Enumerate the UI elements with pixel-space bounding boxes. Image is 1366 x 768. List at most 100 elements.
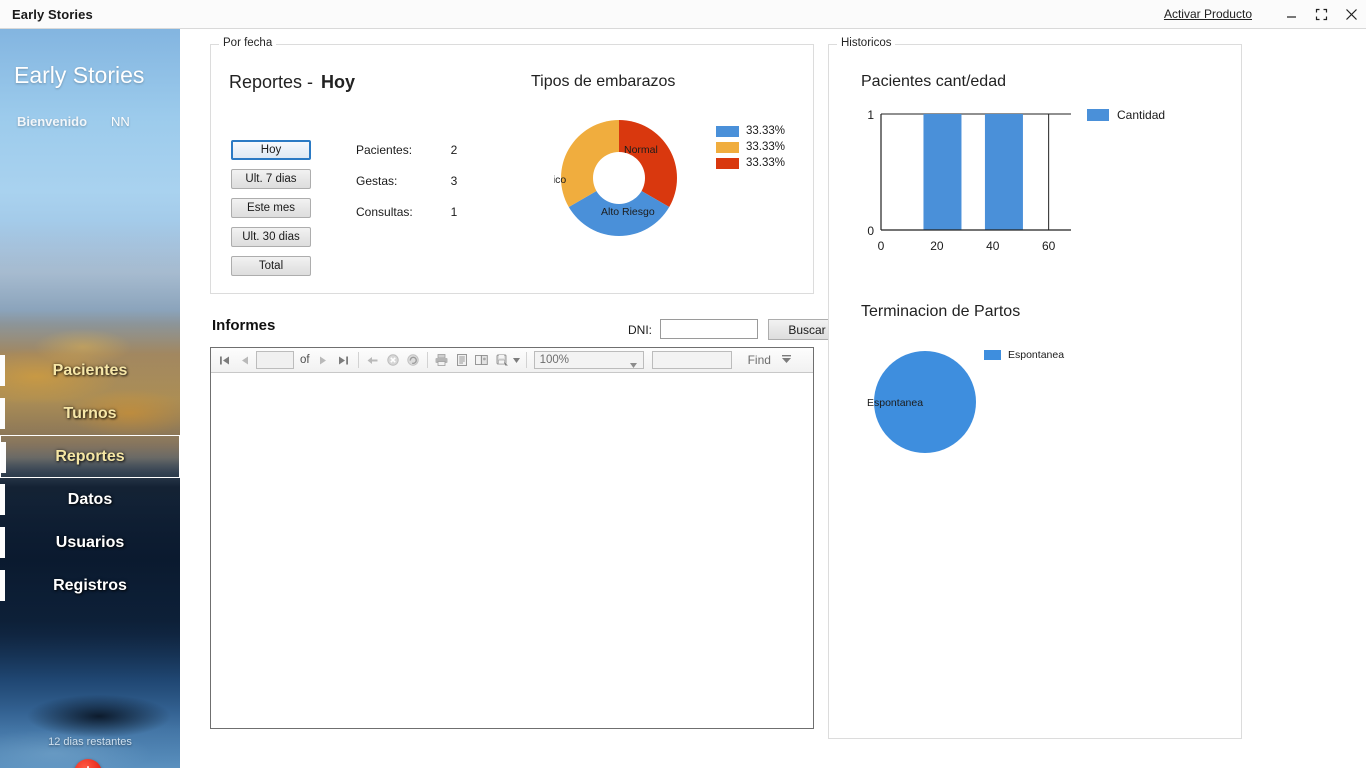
dni-input[interactable] bbox=[660, 319, 758, 339]
stat-row-pacientes: Pacientes: 2 bbox=[356, 143, 464, 157]
reportes-title-prefix: Reportes - bbox=[229, 72, 314, 92]
find-next-spinner[interactable] bbox=[781, 351, 792, 369]
pie-chart-legend: Espontanea bbox=[984, 349, 1064, 361]
sidebar-item-marker bbox=[0, 398, 5, 429]
bar-chart-legend: Cantidad bbox=[1087, 108, 1165, 122]
sidebar-item-reportes[interactable]: Reportes bbox=[0, 435, 180, 478]
export-dropdown-button[interactable] bbox=[512, 350, 522, 371]
restore-button[interactable] bbox=[1306, 0, 1336, 28]
close-icon bbox=[1345, 8, 1357, 20]
print-button[interactable] bbox=[432, 350, 452, 371]
donut-chart-legend: 33.33% 33.33% 33.33% bbox=[716, 125, 785, 173]
previous-page-button[interactable] bbox=[234, 350, 254, 371]
reportes-title: Reportes - Hoy bbox=[229, 72, 355, 93]
stop-button[interactable] bbox=[383, 350, 403, 371]
legend-swatch bbox=[1087, 109, 1109, 121]
bar bbox=[923, 114, 962, 230]
print-layout-icon bbox=[456, 354, 467, 366]
por-fecha-groupbox: Por fecha Reportes - Hoy Hoy Ult. 7 dias … bbox=[210, 37, 814, 294]
close-button[interactable] bbox=[1336, 0, 1366, 28]
last-page-icon bbox=[339, 356, 349, 364]
sidebar-brand: Early Stories bbox=[14, 62, 145, 88]
historicos-groupbox: Historicos Pacientes cant/edad 0 20 40 60 0 1… bbox=[828, 37, 1242, 739]
activate-product-link[interactable]: Activar Producto bbox=[1164, 7, 1252, 21]
donut-slice-label: Ectópico bbox=[554, 174, 566, 186]
toolbar-separator bbox=[357, 352, 359, 368]
restore-icon bbox=[1315, 8, 1327, 20]
legend-swatch bbox=[716, 141, 739, 153]
find-input[interactable] bbox=[651, 351, 732, 369]
stat-value: 3 bbox=[450, 174, 458, 188]
range-button-ult-7-dias[interactable]: Ult. 7 dias bbox=[231, 169, 311, 189]
page-setup-icon bbox=[475, 355, 488, 365]
legend-label: Espontanea bbox=[1008, 349, 1065, 361]
sidebar-item-pacientes[interactable]: Pacientes bbox=[0, 349, 180, 392]
legend-label: 33.33% bbox=[746, 157, 786, 169]
sidebar-item-marker bbox=[0, 570, 5, 601]
chevron-down-icon bbox=[513, 357, 521, 363]
sidebar-item-datos[interactable]: Datos bbox=[0, 478, 180, 521]
find-button[interactable]: Find bbox=[748, 353, 771, 367]
sidebar-item-marker bbox=[0, 527, 5, 558]
bar-chart: 0 20 40 60 0 1 bbox=[855, 100, 1085, 265]
refresh-icon bbox=[406, 354, 419, 366]
spinner-icon bbox=[781, 355, 791, 363]
sidebar-item-label: Pacientes bbox=[52, 361, 128, 379]
minimize-button[interactable] bbox=[1276, 0, 1306, 28]
sidebar-item-usuarios[interactable]: Usuarios bbox=[0, 521, 180, 564]
export-icon bbox=[496, 354, 508, 366]
legend-label: 33.33% bbox=[746, 125, 786, 137]
x-tick-label: 0 bbox=[878, 239, 885, 253]
print-icon bbox=[435, 354, 448, 366]
range-button-hoy[interactable]: Hoy bbox=[231, 140, 311, 160]
page-of-label: of bbox=[300, 354, 310, 366]
stat-row-gestas: Gestas: 3 bbox=[356, 174, 464, 188]
donut-chart: Normal Alto Riesgo Ectópico bbox=[546, 113, 726, 243]
legend-item: 33.33% bbox=[716, 157, 785, 169]
range-button-este-mes[interactable]: Este mes bbox=[231, 198, 311, 218]
export-button[interactable] bbox=[492, 350, 512, 371]
pie-slice-label: Espontanea bbox=[867, 397, 923, 409]
pie-chart-title: Terminacion de Partos bbox=[861, 303, 1021, 320]
x-tick-label: 60 bbox=[1042, 239, 1056, 253]
sidebar-item-label: Usuarios bbox=[55, 533, 125, 551]
sidebar-item-marker bbox=[0, 355, 5, 386]
bar-chart-svg: 0 20 40 60 0 1 bbox=[867, 108, 1071, 253]
donut-chart-title: Tipos de embarazos bbox=[531, 73, 676, 90]
zoom-select[interactable]: 100% bbox=[533, 351, 644, 369]
next-page-icon bbox=[320, 356, 327, 364]
report-viewer-toolbar: of 100% Find bbox=[211, 348, 813, 373]
toolbar-separator bbox=[426, 352, 428, 368]
sidebar-item-marker bbox=[0, 484, 5, 515]
minimize-icon bbox=[1286, 15, 1296, 18]
range-button-ult-30-dias[interactable]: Ult. 30 dias bbox=[231, 227, 311, 247]
range-button-total[interactable]: Total bbox=[231, 256, 311, 276]
bar-chart-title: Pacientes cant/edad bbox=[861, 73, 1006, 90]
informes-section: Informes DNI: Buscar of 100% Find bbox=[210, 317, 846, 739]
bar bbox=[984, 114, 1023, 230]
historicos-legend: Historicos bbox=[837, 37, 896, 49]
zoom-value: 100% bbox=[539, 354, 570, 366]
page-setup-button[interactable] bbox=[472, 350, 492, 371]
last-page-button[interactable] bbox=[334, 350, 354, 371]
sidebar-item-label: Registros bbox=[53, 576, 127, 594]
legend-swatch bbox=[984, 350, 1001, 360]
sidebar-item-label: Reportes bbox=[55, 447, 125, 465]
page-number-input[interactable] bbox=[256, 351, 294, 369]
next-page-button[interactable] bbox=[314, 350, 334, 371]
back-button[interactable] bbox=[363, 350, 383, 371]
legend-swatch bbox=[716, 125, 739, 137]
sidebar-welcome-label: Bienvenido bbox=[17, 114, 88, 129]
power-button[interactable] bbox=[74, 759, 102, 768]
sidebar-item-registros[interactable]: Registros bbox=[0, 564, 180, 607]
refresh-button[interactable] bbox=[403, 350, 423, 371]
stat-value: 2 bbox=[450, 143, 458, 157]
first-page-button[interactable] bbox=[214, 350, 234, 371]
sidebar-item-turnos[interactable]: Turnos bbox=[0, 392, 180, 435]
print-layout-button[interactable] bbox=[452, 350, 472, 371]
date-range-button-group: Hoy Ult. 7 dias Este mes Ult. 30 dias To… bbox=[231, 140, 311, 285]
report-viewer: of 100% Find bbox=[210, 347, 814, 729]
main-content: Por fecha Reportes - Hoy Hoy Ult. 7 dias … bbox=[180, 29, 1366, 768]
legend-item: 33.33% bbox=[716, 125, 785, 137]
stat-row-consultas: Consultas: 1 bbox=[356, 205, 464, 219]
